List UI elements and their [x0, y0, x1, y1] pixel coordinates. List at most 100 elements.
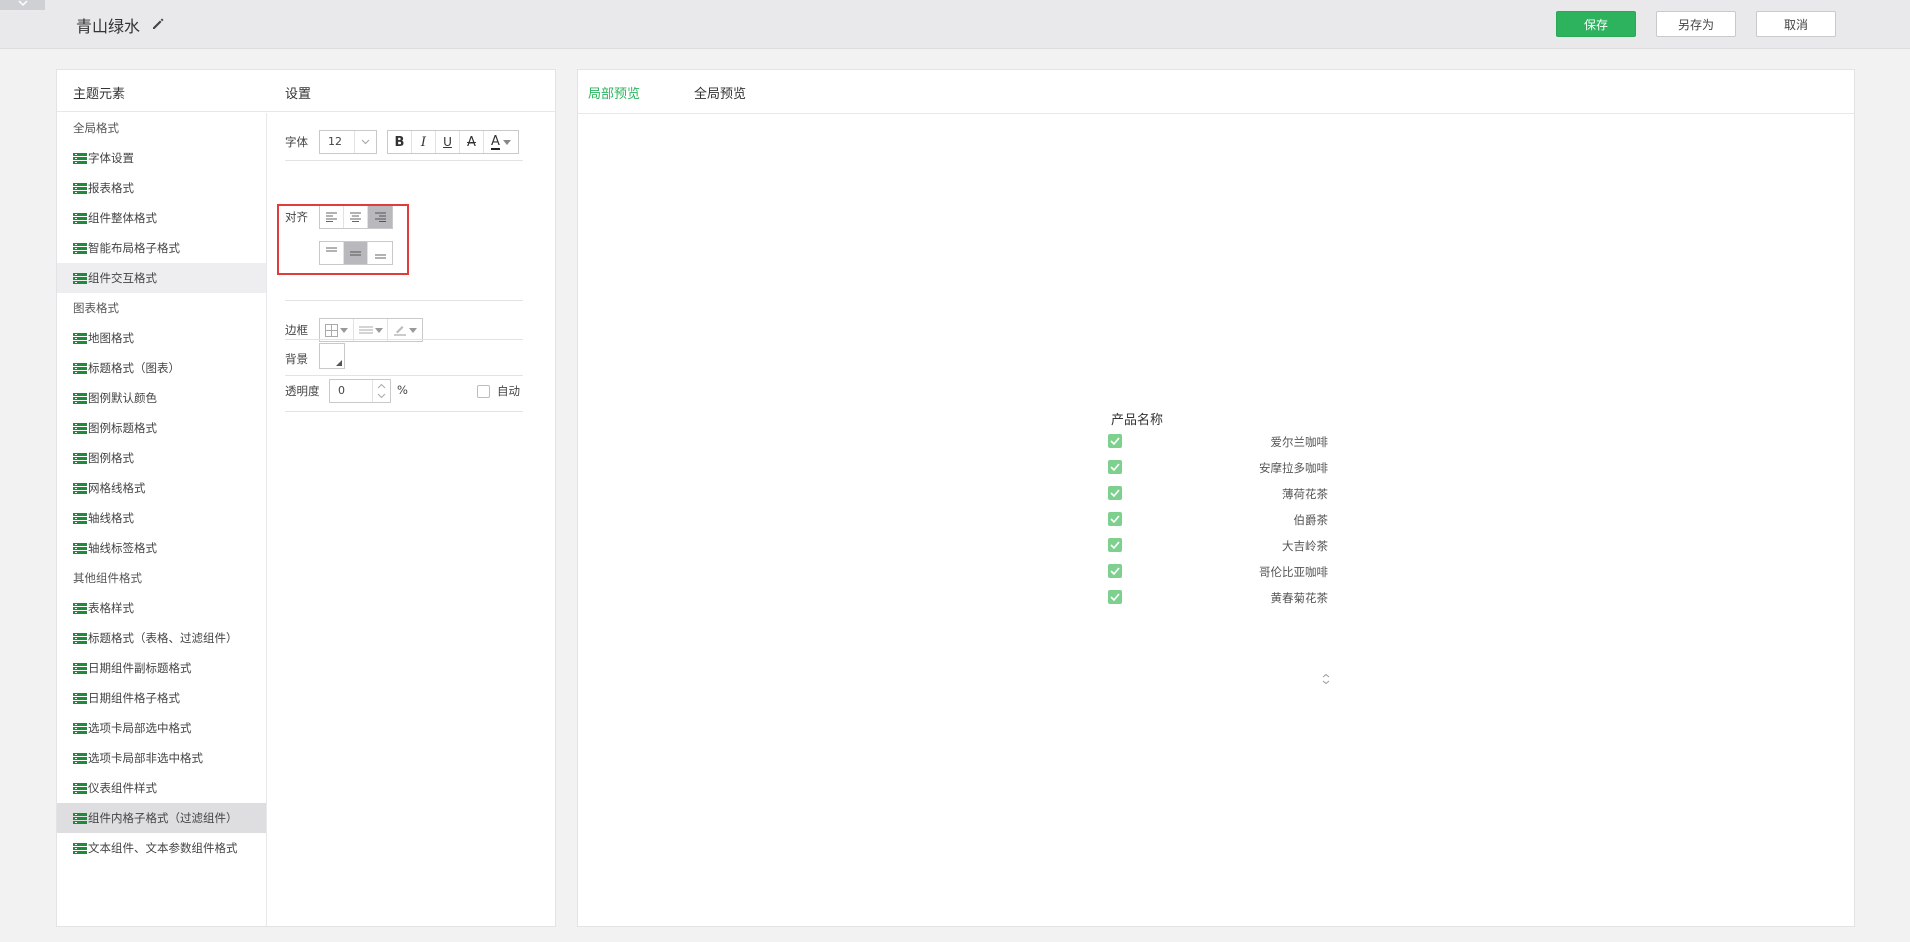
theme-element-label: 文本组件、文本参数组件格式: [88, 841, 238, 855]
save-button[interactable]: 保存: [1556, 11, 1636, 37]
font-color-button[interactable]: A: [484, 131, 518, 153]
picker-corner-icon: [336, 360, 342, 366]
table-icon: [73, 212, 87, 224]
theme-element-item[interactable]: 图例格式: [57, 443, 266, 473]
filter-option[interactable]: 大吉岭茶: [1108, 533, 1328, 559]
table-icon: [73, 242, 87, 254]
filter-option[interactable]: 黄春菊花茶: [1108, 585, 1328, 611]
theme-element-item[interactable]: 组件交互格式: [57, 263, 266, 293]
option-checkbox[interactable]: [1108, 590, 1122, 604]
option-checkbox[interactable]: [1108, 486, 1122, 500]
theme-element-item[interactable]: 表格样式: [57, 593, 266, 623]
border-style-button[interactable]: [354, 319, 388, 341]
chevron-down-icon[interactable]: [377, 393, 386, 399]
tab-global-preview[interactable]: 全局预览: [694, 83, 746, 102]
theme-element-item[interactable]: 报表格式: [57, 173, 266, 203]
theme-element-item[interactable]: 标题格式（表格、过滤组件）: [57, 623, 266, 653]
theme-element-label: 全局格式: [73, 121, 119, 135]
caret-down-icon: [374, 327, 383, 333]
panel-header: 主题元素 设置: [57, 70, 555, 112]
background-color-picker[interactable]: [319, 343, 345, 369]
opacity-input[interactable]: 0: [329, 379, 391, 403]
option-checkbox[interactable]: [1108, 460, 1122, 474]
option-checkbox[interactable]: [1108, 564, 1122, 578]
theme-element-label: 表格样式: [88, 601, 134, 615]
option-checkbox[interactable]: [1108, 512, 1122, 526]
theme-element-item[interactable]: 标题格式（图表）: [57, 353, 266, 383]
option-label: 大吉岭茶: [1282, 539, 1328, 553]
settings-form: 字体 12 B I U A A 对齐 边框 背景 透明度 0 % 自动: [277, 113, 541, 926]
theme-element-item[interactable]: 智能布局格子格式: [57, 233, 266, 263]
border-type-button[interactable]: [320, 319, 354, 341]
tab-local-preview[interactable]: 局部预览: [588, 83, 640, 102]
divider: [285, 300, 523, 301]
theme-element-label: 日期组件格子格式: [88, 691, 180, 705]
theme-element-item[interactable]: 图例默认颜色: [57, 383, 266, 413]
italic-button[interactable]: I: [412, 131, 436, 153]
font-color-icon: A: [491, 133, 500, 150]
theme-element-item[interactable]: 轴线格式: [57, 503, 266, 533]
table-icon: [73, 692, 87, 704]
theme-element-label: 仪表组件样式: [88, 781, 157, 795]
theme-element-item[interactable]: 图例标题格式: [57, 413, 266, 443]
underline-button[interactable]: U: [436, 131, 460, 153]
theme-element-item[interactable]: 选项卡局部非选中格式: [57, 743, 266, 773]
table-icon: [73, 362, 87, 374]
filter-option[interactable]: 哥伦比亚咖啡: [1108, 559, 1328, 585]
theme-element-item[interactable]: 选项卡局部选中格式: [57, 713, 266, 743]
theme-element-item[interactable]: 地图格式: [57, 323, 266, 353]
theme-element-item[interactable]: 日期组件副标题格式: [57, 653, 266, 683]
cancel-button[interactable]: 取消: [1756, 11, 1836, 37]
theme-element-item[interactable]: 日期组件格子格式: [57, 683, 266, 713]
theme-element-item[interactable]: 组件内格子格式（过滤组件）: [57, 803, 266, 833]
option-label: 薄荷花茶: [1282, 487, 1328, 501]
element-group-heading: 图表格式: [57, 293, 266, 323]
divider: [285, 375, 523, 376]
chevron-down-icon: [354, 131, 376, 153]
border-grid-icon: [325, 323, 338, 337]
theme-element-label: 选项卡局部非选中格式: [88, 751, 203, 765]
filter-option[interactable]: 爱尔兰咖啡: [1108, 429, 1328, 455]
table-icon: [73, 152, 87, 164]
theme-element-item[interactable]: 仪表组件样式: [57, 773, 266, 803]
strikethrough-button[interactable]: A: [460, 131, 484, 153]
chevron-up-icon[interactable]: [377, 383, 386, 389]
caret-down-icon: [502, 139, 511, 145]
theme-element-label: 网格线格式: [88, 481, 146, 495]
theme-element-item[interactable]: 组件整体格式: [57, 203, 266, 233]
border-color-button[interactable]: [388, 319, 422, 341]
theme-element-list: 全局格式字体设置 报表格式 组件整体格式 智能布局格子格式 组件交互格式 图表格式地图格式…: [57, 113, 267, 926]
font-size-select[interactable]: 12: [319, 130, 377, 154]
scroll-arrows-icon[interactable]: [1321, 673, 1331, 685]
table-icon: [73, 842, 87, 854]
theme-element-label: 地图格式: [88, 331, 134, 345]
line-style-icon: [358, 326, 373, 334]
option-checkbox[interactable]: [1108, 538, 1122, 552]
top-bar: 青山绿水 保存 另存为 取消: [0, 0, 1910, 49]
theme-element-item[interactable]: 轴线标签格式: [57, 533, 266, 563]
theme-element-label: 轴线标签格式: [88, 541, 157, 555]
theme-element-item[interactable]: 文本组件、文本参数组件格式: [57, 833, 266, 863]
auto-checkbox[interactable]: [477, 385, 490, 398]
table-icon: [73, 812, 87, 824]
filter-option[interactable]: 伯爵茶: [1108, 507, 1328, 533]
collapse-toggle[interactable]: [0, 0, 45, 10]
divider: [285, 339, 523, 340]
bold-button[interactable]: B: [388, 131, 412, 153]
opacity-stepper[interactable]: [372, 380, 390, 402]
theme-element-label: 标题格式（表格、过滤组件）: [88, 631, 238, 645]
table-icon: [73, 422, 87, 434]
border-label: 边框: [285, 323, 308, 337]
font-size-value: 12: [328, 135, 342, 148]
option-checkbox[interactable]: [1108, 434, 1122, 448]
filter-option[interactable]: 薄荷花茶: [1108, 481, 1328, 507]
table-icon: [73, 182, 87, 194]
theme-element-label: 轴线格式: [88, 511, 134, 525]
filter-option[interactable]: 安摩拉多咖啡: [1108, 455, 1328, 481]
theme-element-item[interactable]: 字体设置: [57, 143, 266, 173]
pencil-icon[interactable]: [150, 16, 166, 32]
option-label: 哥伦比亚咖啡: [1259, 565, 1328, 579]
theme-element-item[interactable]: 网格线格式: [57, 473, 266, 503]
save-as-button[interactable]: 另存为: [1656, 11, 1736, 37]
theme-title: 青山绿水: [76, 17, 141, 36]
